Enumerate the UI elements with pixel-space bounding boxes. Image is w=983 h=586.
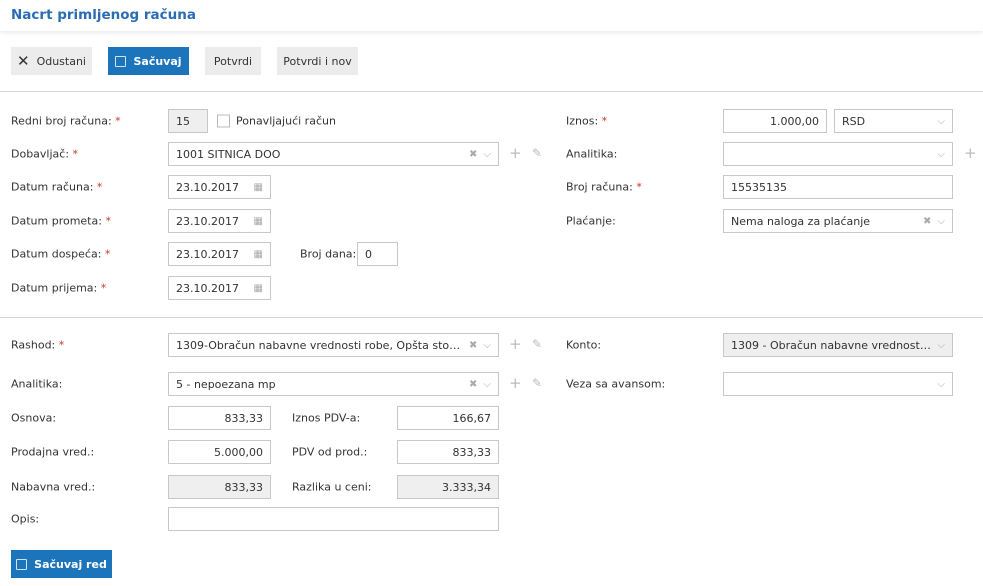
clear-icon[interactable]: ✖ [469, 149, 477, 160]
invoice-number-label: Broj računa: * [566, 180, 642, 194]
edit-icon[interactable]: ✎ [532, 146, 542, 160]
base-input[interactable]: 833,33 [168, 406, 271, 430]
turnover-date-input[interactable]: 23.10.2017 ▦ [168, 209, 271, 233]
days-label: Broj dana: [300, 247, 357, 261]
line-analytics-select[interactable]: 5 - nepoezana mp ✖ ⌵ [168, 372, 499, 396]
clear-icon[interactable]: ✖ [469, 379, 477, 390]
chevron-down-icon[interactable]: ⌵ [483, 379, 491, 390]
due-date-input[interactable]: 23.10.2017 ▦ [168, 242, 271, 266]
save-line-label: Sačuvaj red [34, 557, 107, 571]
add-icon[interactable]: + [509, 335, 522, 353]
chevron-down-icon[interactable]: ⌵ [937, 216, 945, 227]
chevron-down-icon[interactable]: ⌵ [937, 340, 945, 351]
chevron-down-icon[interactable]: ⌵ [937, 116, 945, 127]
turnover-date-label: Datum prometa: * [11, 214, 111, 228]
analytics-label: Analitika: [566, 147, 618, 161]
receipt-date-label: Datum prijema: * [11, 281, 107, 295]
advance-label: Veza sa avansom: [566, 377, 666, 391]
save-button[interactable]: Sačuvaj [108, 47, 189, 75]
page-title: Nacrt primljenog računa [11, 7, 196, 23]
clear-icon[interactable]: ✖ [469, 340, 477, 351]
invoice-number-input[interactable]: 15535135 [723, 175, 953, 199]
recurring-checkbox[interactable] [217, 114, 230, 128]
edit-icon[interactable]: ✎ [532, 337, 542, 351]
supplier-label: Dobavljač: * [11, 147, 79, 161]
cancel-label: Odustani [36, 54, 86, 68]
save-line-button[interactable]: Sačuvaj red [11, 550, 112, 578]
sale-label: Prodajna vred.: [11, 445, 95, 459]
chevron-down-icon[interactable]: ⌵ [937, 379, 945, 390]
description-label: Opis: [11, 512, 40, 526]
confirm-button[interactable]: Potvrdi [205, 47, 261, 75]
currency-select[interactable]: RSD ⌵ [834, 109, 953, 133]
invoice-date-label: Datum računa: * [11, 180, 103, 194]
description-input[interactable] [168, 507, 499, 531]
advance-select[interactable]: ⌵ [723, 372, 953, 396]
vat-input[interactable]: 166,67 [397, 406, 499, 430]
divider [0, 317, 983, 318]
sale-input[interactable]: 5.000,00 [168, 440, 271, 464]
line-analytics-label: Analitika: [11, 377, 63, 391]
sale-vat-label: PDV od prod.: [292, 445, 368, 459]
amount-label: Iznos: * [566, 114, 608, 128]
payment-select[interactable]: Nema naloga za plaćanje ✖ ⌵ [723, 209, 953, 233]
sale-vat-input[interactable]: 833,33 [397, 440, 499, 464]
purchase-label: Nabavna vred.: [11, 480, 96, 494]
account-select[interactable]: 1309 - Obračun nabavne vrednosti robe ⌵ [723, 333, 953, 357]
calendar-icon[interactable]: ▦ [254, 249, 263, 260]
serial-input[interactable]: 15 [168, 109, 208, 133]
amount-input[interactable]: 1.000,00 [723, 109, 827, 133]
add-icon[interactable]: + [509, 144, 522, 162]
save-label: Sačuvaj [133, 54, 182, 68]
payment-label: Plaćanje: [566, 214, 616, 228]
chevron-down-icon[interactable]: ⌵ [937, 149, 945, 160]
supplier-select[interactable]: 1001 SITNICA DOO ✖ ⌵ [168, 142, 499, 166]
purchase-input: 833,33 [168, 475, 271, 499]
due-date-label: Datum dospeća: * [11, 247, 111, 261]
add-icon[interactable]: + [509, 374, 522, 392]
close-icon: ✕ [16, 52, 30, 70]
base-label: Osnova: [11, 411, 57, 425]
days-input[interactable]: 0 [357, 242, 398, 266]
confirm-new-button[interactable]: Potvrdi i nov [277, 47, 358, 75]
save-icon [16, 558, 28, 570]
divider [0, 91, 983, 92]
expense-select[interactable]: 1309-Obračun nabavne vrednosti robe, Opš… [168, 333, 499, 357]
vat-label: Iznos PDV-a: [292, 411, 361, 425]
recurring-label: Ponavljajući račun [236, 114, 336, 128]
cancel-button[interactable]: ✕ Odustani [11, 47, 92, 75]
chevron-down-icon[interactable]: ⌵ [483, 340, 491, 351]
serial-label: Redni broj računa: * [11, 114, 121, 128]
margin-label: Razlika u ceni: [292, 480, 372, 494]
save-icon [115, 55, 127, 67]
calendar-icon[interactable]: ▦ [254, 283, 263, 294]
account-label: Konto: [566, 338, 602, 352]
chevron-down-icon[interactable]: ⌵ [483, 149, 491, 160]
calendar-icon[interactable]: ▦ [254, 216, 263, 227]
invoice-date-input[interactable]: 23.10.2017 ▦ [168, 175, 271, 199]
margin-input: 3.333,34 [397, 475, 499, 499]
add-icon[interactable]: + [964, 144, 977, 162]
analytics-select[interactable]: ⌵ [723, 142, 953, 166]
expense-label: Rashod: * [11, 338, 65, 352]
edit-icon[interactable]: ✎ [532, 376, 542, 390]
receipt-date-input[interactable]: 23.10.2017 ▦ [168, 276, 271, 300]
calendar-icon[interactable]: ▦ [254, 182, 263, 193]
clear-icon[interactable]: ✖ [923, 216, 931, 227]
